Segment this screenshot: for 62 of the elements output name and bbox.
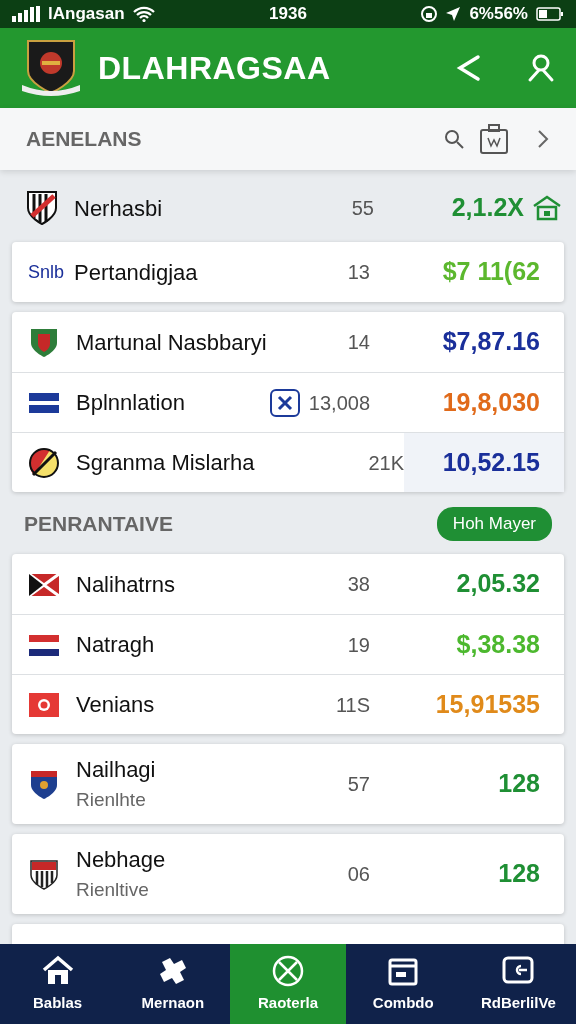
row-title: Sgranma Mislarha <box>76 449 256 477</box>
row-count: 13,008 <box>307 390 370 416</box>
row-count: 55 <box>350 196 374 221</box>
nav-tab[interactable]: Combdo <box>345 944 461 1024</box>
prefix-label: Snlb <box>28 260 65 284</box>
row-count: 14 <box>346 330 370 355</box>
row-title: Nalihatrns <box>76 570 177 599</box>
filter-button[interactable]: Hoh Mayer <box>436 507 552 541</box>
location-icon <box>445 6 462 22</box>
row-count: 57 <box>346 772 370 797</box>
crest-icon <box>28 326 60 358</box>
user-icon <box>526 53 556 83</box>
lock-icon <box>421 6 438 22</box>
row-value: 10,52.15 <box>442 446 540 478</box>
crest-logo-icon <box>20 37 82 99</box>
row-subtitle: Rienltive <box>76 878 150 903</box>
carrier-label: lAngasan <box>48 3 125 26</box>
signal-icon <box>12 6 40 22</box>
section-title: PENRANTAIVE <box>24 511 173 538</box>
row-title: Bplnnlation <box>76 389 186 417</box>
row-title: Nerhasbi <box>74 194 164 223</box>
crest-icon <box>26 190 58 226</box>
row-value: 2,05.32 <box>455 568 540 600</box>
row-count: 21K <box>367 450 404 476</box>
row-title: Nailhagi <box>76 756 157 785</box>
row-value: 2,1.2X <box>450 192 524 224</box>
row-count: 13 <box>346 260 370 285</box>
crest-icon <box>28 858 60 890</box>
row-value: 128 <box>497 768 540 800</box>
home-icon <box>532 195 562 221</box>
row-subtitle: Rienlhte <box>76 788 147 813</box>
row-value: $,38.38 <box>455 628 540 660</box>
row-value: 15,91535 <box>434 688 540 720</box>
nav-tab[interactable]: RdBerlilVe <box>460 944 576 1024</box>
status-time: 1936 <box>269 3 307 26</box>
circle-x-icon <box>271 953 305 988</box>
row-count: 38 <box>346 572 370 597</box>
section-title: AENELANS <box>26 126 143 153</box>
nav-tab[interactable]: Bablas <box>0 944 116 1024</box>
bag-icon <box>480 124 508 154</box>
chevron-right-icon <box>536 129 550 149</box>
row-title: Nebhage <box>76 846 167 875</box>
crest-icon <box>28 768 60 800</box>
row-value: $7,87.16 <box>441 326 540 358</box>
row-value: 128 <box>497 858 540 890</box>
row-count: 11S <box>334 692 370 718</box>
app-title: DLAHRAGSAA <box>98 49 332 88</box>
row-title: Venians <box>76 691 156 719</box>
row-count: 19 <box>346 632 370 658</box>
search-icon <box>444 129 464 149</box>
row-value: 19,8,030 <box>441 386 540 418</box>
row-value: $7 11(62 <box>441 256 540 288</box>
row-title: Martunal Nasbbaryi <box>76 328 268 357</box>
battery-icon <box>536 6 564 22</box>
row-count: 06 <box>346 862 370 887</box>
row-title: Pertandigjaa <box>74 258 199 287</box>
wifi-icon <box>132 6 155 22</box>
battery-label: 6%56% <box>469 3 528 26</box>
nav-tab[interactable]: Mernaon <box>115 944 231 1024</box>
crest-icon <box>28 446 60 479</box>
row-title: Natragh <box>76 631 156 659</box>
nav-tab[interactable]: Raoterla <box>230 944 346 1024</box>
